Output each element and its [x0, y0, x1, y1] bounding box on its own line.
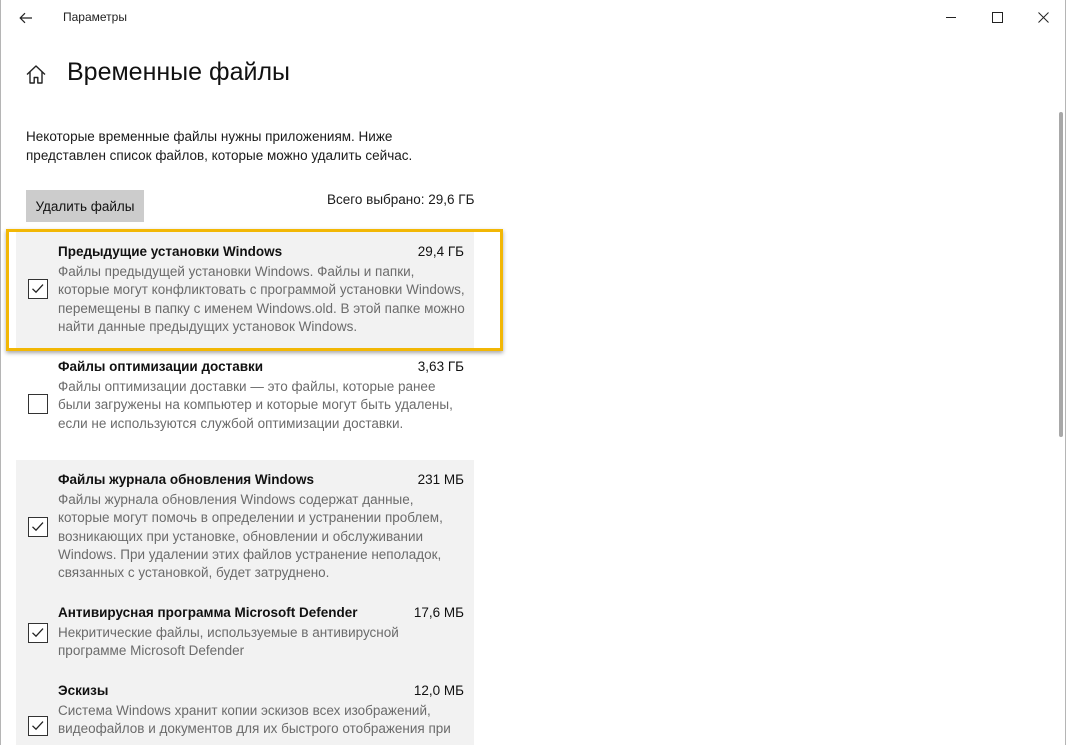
- list-item[interactable]: Файлы журнала обновления Windows 231 МБ …: [16, 460, 474, 593]
- item-checkbox[interactable]: [28, 716, 48, 736]
- item-size: 12,0 МБ: [413, 683, 464, 698]
- list-item[interactable]: Файлы оптимизации доставки 3,63 ГБ Файлы…: [16, 349, 474, 460]
- item-checkbox[interactable]: [28, 517, 48, 537]
- back-button[interactable]: [11, 6, 41, 30]
- item-size: 17,6 МБ: [413, 605, 464, 620]
- item-name: Файлы журнала обновления Windows: [58, 472, 315, 487]
- home-icon[interactable]: [23, 62, 49, 88]
- item-description: Файлы предыдущей установки Windows. Файл…: [58, 264, 465, 334]
- item-description: Некритические файлы, используемые в анти…: [58, 625, 399, 659]
- maximize-icon: [991, 11, 1003, 23]
- item-description: Система Windows хранит копии эскизов все…: [58, 703, 451, 737]
- item-checkbox[interactable]: [28, 279, 48, 299]
- item-size: 29,4 ГБ: [417, 244, 464, 259]
- item-description: Файлы журнала обновления Windows содержа…: [58, 492, 443, 581]
- item-name: Антивирусная программа Microsoft Defende…: [58, 605, 358, 620]
- page-description: Некоторые временные файлы нужны приложен…: [26, 129, 413, 163]
- item-checkbox[interactable]: [28, 394, 48, 414]
- item-checkbox[interactable]: [28, 623, 48, 643]
- item-name: Файлы оптимизации доставки: [58, 359, 264, 374]
- list-item[interactable]: Предыдущие установки Windows 29,4 ГБ Фай…: [16, 232, 474, 349]
- close-button[interactable]: [1020, 0, 1065, 34]
- checkmark-icon: [32, 721, 44, 731]
- checkmark-icon: [32, 284, 44, 294]
- delete-files-button[interactable]: Удалить файлы: [26, 190, 144, 222]
- checkmark-icon: [32, 628, 44, 638]
- back-arrow-icon: [19, 12, 32, 24]
- close-icon: [1037, 11, 1049, 23]
- item-name: Эскизы: [58, 683, 109, 698]
- settings-window: Параметры Временные файлы Некоторые врем…: [0, 0, 1066, 745]
- total-selected-label: Всего выбрано: 29,6 ГБ: [327, 192, 475, 207]
- list-item[interactable]: Антивирусная программа Microsoft Defende…: [16, 593, 474, 670]
- item-size: 3,63 ГБ: [417, 359, 464, 374]
- minimize-button[interactable]: [928, 0, 974, 34]
- checkmark-icon: [32, 522, 44, 532]
- list-item[interactable]: Эскизы 12,0 МБ Система Windows хранит ко…: [16, 670, 474, 745]
- item-size: 231 МБ: [417, 472, 464, 487]
- minimize-icon: [945, 16, 956, 18]
- item-name: Предыдущие установки Windows: [58, 244, 283, 259]
- app-title: Параметры: [63, 10, 127, 24]
- scrollbar-thumb[interactable]: [1059, 112, 1063, 437]
- maximize-button[interactable]: [974, 0, 1020, 34]
- page-title: Временные файлы: [67, 58, 290, 86]
- item-description: Файлы оптимизации доставки — это файлы, …: [58, 379, 453, 431]
- title-bar: Параметры: [1, 0, 1065, 35]
